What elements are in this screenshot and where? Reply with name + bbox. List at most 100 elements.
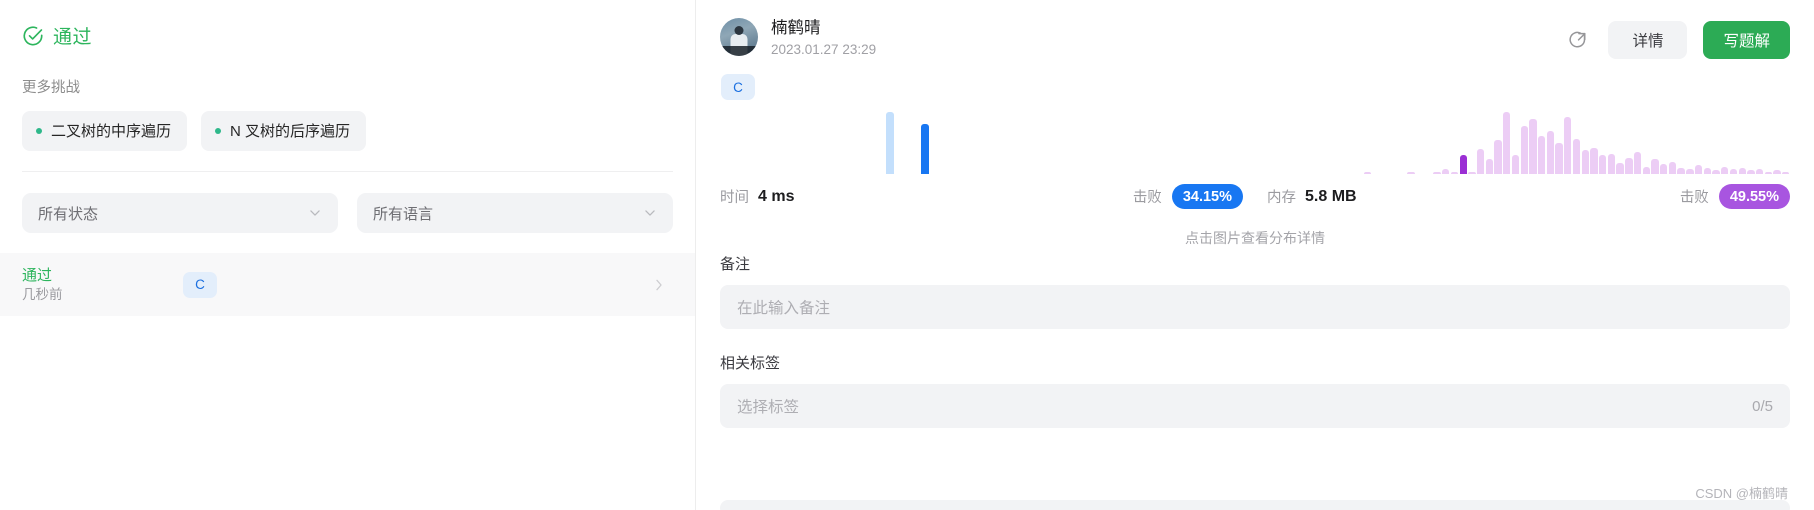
section-divider	[22, 171, 673, 172]
bottom-field-strip	[720, 500, 1790, 510]
submission-timestamp: 2023.01.27 23:29	[771, 42, 877, 57]
chart-bar	[1511, 155, 1520, 174]
dot-icon	[36, 127, 42, 134]
submission-item-status: 通过 几秒前	[0, 266, 170, 304]
time-metric: 时间 4 ms 击败 34.15%	[720, 184, 1243, 209]
chart-bar	[1712, 170, 1720, 174]
chart-bar	[1564, 116, 1572, 174]
chart-bar	[1572, 139, 1581, 174]
memory-beat-label: 击败	[1679, 190, 1709, 206]
watermark: CSDN @楠鹤晴	[1695, 486, 1788, 501]
chart-bar	[1599, 155, 1607, 174]
challenge-chip[interactable]: 二叉树的中序遍历	[22, 111, 188, 151]
time-beat-label: 击败	[1132, 190, 1162, 206]
chart-bar	[1363, 172, 1371, 174]
memory-label: 内存	[1267, 190, 1296, 206]
chart-bar	[1738, 167, 1746, 174]
chart-bar	[1677, 167, 1685, 174]
chart-bar	[1616, 162, 1624, 174]
status-filter-select[interactable]: 所有状态	[22, 193, 338, 233]
chart-bar	[886, 112, 894, 174]
language-filter-select[interactable]: 所有语言	[357, 193, 673, 233]
detail-button[interactable]: 详情	[1608, 21, 1688, 59]
right-panel: 楠鹤晴 2023.01.27 23:29 详情 写题解 C 时间 4 ms 击败…	[696, 0, 1814, 510]
memory-beat-badge: 49.55%	[1718, 184, 1790, 209]
left-panel: 通过 更多挑战 二叉树的中序遍历 N 叉树的后序遍历 所有状态 所有语言 通过 …	[0, 0, 695, 510]
chart-bar	[1642, 166, 1650, 174]
avatar-shadow	[720, 46, 758, 56]
performance-stats: 时间 4 ms 击败 34.15% 内存 5.8 MB 击败 49.55% 点击…	[720, 112, 1790, 246]
chart-bar	[1581, 150, 1589, 174]
chart-bar	[1494, 139, 1502, 174]
time-value: 4 ms	[758, 187, 795, 205]
status-filter-label: 所有状态	[38, 205, 99, 223]
share-icon[interactable]	[1562, 25, 1592, 55]
chart-bar	[1442, 169, 1450, 174]
chart-bar	[1607, 154, 1616, 174]
chevron-down-icon	[308, 206, 322, 220]
left-panel-content: 通过 更多挑战 二叉树的中序遍历 N 叉树的后序遍历 所有状态 所有语言	[0, 0, 695, 233]
memory-value: 5.8 MB	[1305, 187, 1357, 205]
avatar[interactable]	[720, 18, 758, 56]
challenge-chip[interactable]: N 叉树的后序遍历	[201, 111, 367, 151]
submission-header: 楠鹤晴 2023.01.27 23:29 详情 写题解	[720, 0, 1790, 59]
chart-bar	[1433, 171, 1441, 174]
language-filter-label: 所有语言	[373, 205, 434, 223]
chart-bar	[1694, 165, 1703, 174]
chart-bar	[1668, 161, 1677, 174]
tags-placeholder: 选择标签	[737, 399, 800, 416]
chart-bar	[1529, 119, 1537, 174]
chart-bar	[1555, 143, 1563, 174]
memory-distribution-chart[interactable]	[1267, 112, 1790, 174]
detail-button-label: 详情	[1632, 33, 1664, 50]
submission-status: 通过	[22, 0, 673, 49]
chart-bar	[921, 123, 929, 174]
chart-bar	[1459, 155, 1467, 174]
write-solution-button-label: 写题解	[1723, 33, 1770, 50]
chart-bar	[1660, 164, 1668, 174]
check-circle-icon	[22, 25, 44, 47]
time-distribution-chart[interactable]	[720, 112, 1243, 174]
note-placeholder: 在此输入备注	[737, 300, 831, 317]
tags-counter: 0/5	[1752, 397, 1773, 415]
chart-bar	[1625, 157, 1633, 174]
memory-distribution-bars[interactable]	[1267, 112, 1790, 174]
chart-bar	[1764, 171, 1772, 174]
note-input[interactable]: 在此输入备注	[720, 285, 1790, 329]
submission-language-tag: C	[721, 74, 755, 100]
chart-bar	[1703, 167, 1711, 174]
time-distribution-bars[interactable]	[720, 112, 1243, 174]
chart-bar	[1407, 172, 1415, 174]
chart-bar	[1651, 159, 1659, 174]
chart-bar	[1782, 172, 1790, 174]
write-solution-button[interactable]: 写题解	[1703, 21, 1790, 59]
time-beat-badge: 34.15%	[1171, 184, 1243, 209]
chart-bar	[1755, 169, 1764, 174]
chart-bar	[1633, 151, 1642, 174]
dot-icon	[215, 127, 222, 134]
chart-bar	[1773, 170, 1781, 174]
chart-bar	[1747, 170, 1755, 174]
more-challenges-title: 更多挑战	[22, 80, 80, 96]
chart-bar	[1503, 112, 1511, 174]
chart-bar	[1721, 166, 1729, 174]
submission-list-item[interactable]: 通过 几秒前 C	[0, 253, 695, 316]
submission-item-status-label: 通过	[22, 266, 53, 284]
chevron-right-icon[interactable]	[652, 278, 666, 292]
chart-bar	[1686, 169, 1694, 174]
user-name[interactable]: 楠鹤晴	[771, 18, 876, 38]
chart-bar	[1476, 149, 1485, 174]
user-meta: 楠鹤晴 2023.01.27 23:29	[771, 18, 876, 57]
chart-bar	[1450, 172, 1459, 174]
memory-metric: 内存 5.8 MB 击败 49.55%	[1267, 184, 1790, 209]
tags-label: 相关标签	[720, 355, 781, 372]
challenge-chip-label: 二叉树的中序遍历	[51, 123, 172, 140]
chart-bar	[1485, 159, 1493, 174]
tags-input[interactable]: 选择标签 0/5	[720, 384, 1790, 428]
chart-bar	[1590, 147, 1598, 174]
filter-row: 所有状态 所有语言	[22, 193, 673, 233]
chart-bar	[1520, 125, 1528, 174]
challenge-chip-label: N 叉树的后序遍历	[230, 123, 351, 140]
submission-detail-page: 通过 更多挑战 二叉树的中序遍历 N 叉树的后序遍历 所有状态 所有语言 通过 …	[0, 0, 1814, 510]
chevron-down-icon	[643, 206, 657, 220]
